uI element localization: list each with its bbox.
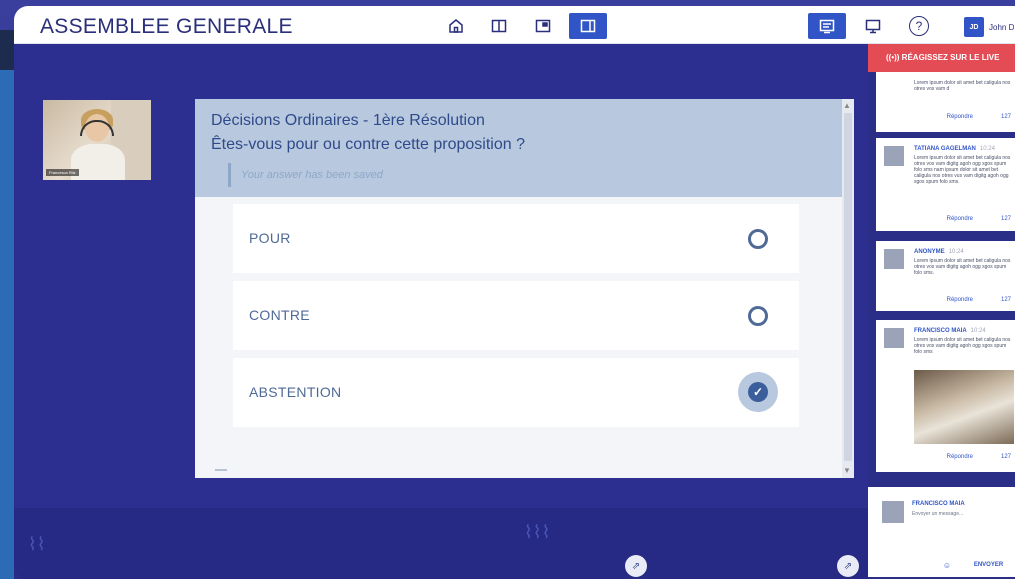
live-panel: ((•)) RÉAGISSEZ SUR LE LIVE Lorem ipsum …	[868, 44, 1015, 579]
radio-icon[interactable]	[748, 306, 768, 326]
question-subtitle: Êtes-vous pour ou contre cette propositi…	[211, 136, 525, 153]
user-name[interactable]: John D	[989, 23, 1014, 32]
send-button[interactable]: ENVOYER	[962, 556, 1015, 574]
like-button[interactable]: 127	[1001, 216, 1011, 222]
message-text: Lorem ipsum dolor sit amet bet caligula …	[914, 155, 1011, 185]
selected-indicator[interactable]: ✓	[738, 372, 778, 412]
user-avatar[interactable]: JD	[964, 17, 984, 37]
option-abstention[interactable]: ABSTENTION ✓	[233, 358, 799, 427]
reply-button[interactable]: Répondre	[947, 114, 973, 120]
anonymous-toggle[interactable]: Anonyme	[876, 562, 909, 570]
scroll-down-icon[interactable]: ▼	[843, 466, 851, 475]
video-label: Francesca Ritz	[46, 169, 79, 176]
columns-icon[interactable]	[480, 13, 518, 39]
message-text: Lorem ipsum dolor sit amet bet caligula …	[914, 80, 1011, 92]
bottom-area: ⌇⌇ ⌇⌇⌇ ⇗ ⇗	[14, 508, 868, 579]
sidebar-layout-icon[interactable]	[569, 13, 607, 39]
participant-video[interactable]: Francesca Ritz	[43, 100, 151, 180]
option-label: ABSTENTION	[249, 384, 342, 400]
checkmark-icon: ✓	[748, 382, 768, 402]
avatar	[884, 249, 904, 269]
message-time: 10:24	[979, 146, 995, 152]
message-card: Lorem ipsum dolor sit amet bet caligula …	[876, 72, 1015, 132]
checkbox-icon[interactable]	[876, 562, 884, 570]
message-card: FRANCISCO MAIA 10:24 Lorem ipsum dolor si…	[876, 320, 1015, 472]
pulse-line-icon: ⌇⌇⌇	[524, 522, 551, 542]
video-person-body	[71, 144, 125, 180]
avatar	[884, 146, 904, 166]
top-bar: ASSEMBLEE GENERALE ? JD John D	[14, 6, 1015, 44]
divider	[215, 469, 227, 471]
message-author: ANONYME 10:24	[914, 249, 964, 255]
pulse-line-icon: ⌇⌇	[28, 534, 46, 554]
message-text: Lorem ipsum dolor sit amet bet caligula …	[914, 258, 1011, 276]
app-window: ASSEMBLEE GENERALE ? JD John D Francesca…	[14, 6, 1015, 579]
help-icon[interactable]: ?	[900, 13, 938, 39]
message-input[interactable]: Envoyer un message...	[912, 511, 963, 517]
window-icon[interactable]	[524, 13, 562, 39]
option-label: POUR	[249, 230, 291, 246]
help-glyph: ?	[909, 16, 929, 36]
compose-author: FRANCISCO MAIA	[912, 501, 965, 507]
avatar	[882, 501, 904, 523]
question-panel: Décisions Ordinaires - 1ère Résolution Ê…	[195, 99, 854, 478]
question-title: Décisions Ordinaires - 1ère Résolution	[211, 112, 485, 129]
message-time: 10:24	[948, 249, 964, 255]
chat-screen-icon[interactable]	[808, 13, 846, 39]
message-text: Lorem ipsum dolor sit amet bet caligula …	[914, 337, 1011, 355]
options-list: POUR CONTRE ABSTENTION ✓	[195, 197, 854, 478]
like-button[interactable]: 127	[1001, 297, 1011, 303]
like-button[interactable]: 127	[1001, 114, 1011, 120]
message-time: 10:24	[970, 328, 986, 334]
message-card: ANONYME 10:24 Lorem ipsum dolor sit amet …	[876, 241, 1015, 311]
like-button[interactable]: 127	[1001, 454, 1011, 460]
option-label: CONTRE	[249, 307, 310, 323]
share-icon[interactable]: ⇗	[625, 555, 647, 577]
question-header: Décisions Ordinaires - 1ère Résolution Ê…	[195, 99, 854, 197]
avatar	[884, 328, 904, 348]
message-author: TATIANA GAGELMAN 10:24	[914, 146, 995, 152]
backdrop-strip	[0, 30, 14, 579]
home-icon[interactable]	[437, 13, 475, 39]
app-title: ASSEMBLEE GENERALE	[40, 15, 293, 38]
message-card: TATIANA GAGELMAN 10:24 Lorem ipsum dolor …	[876, 138, 1015, 231]
anonymous-label: Anonyme	[888, 563, 910, 569]
share-icon[interactable]: ⇗	[837, 555, 859, 577]
backdrop-strip-dark	[0, 30, 14, 70]
option-contre[interactable]: CONTRE	[233, 281, 799, 350]
reply-button[interactable]: Répondre	[947, 216, 973, 222]
message-image[interactable]	[914, 370, 1014, 444]
live-header[interactable]: ((•)) RÉAGISSEZ SUR LE LIVE	[868, 44, 1015, 72]
scrollbar-thumb[interactable]	[844, 113, 852, 461]
saved-message: Your answer has been saved	[228, 163, 383, 187]
scroll-up-icon[interactable]: ▲	[843, 101, 851, 110]
send-label: ENVOYER	[973, 562, 1004, 568]
reply-button[interactable]: Répondre	[947, 297, 973, 303]
radio-icon[interactable]	[748, 229, 768, 249]
message-author: FRANCISCO MAIA 10:24	[914, 328, 986, 334]
emoji-button[interactable]: ☺	[936, 556, 958, 574]
option-pour[interactable]: POUR	[233, 204, 799, 273]
reply-button[interactable]: Répondre	[947, 454, 973, 460]
monitor-icon[interactable]	[854, 13, 892, 39]
